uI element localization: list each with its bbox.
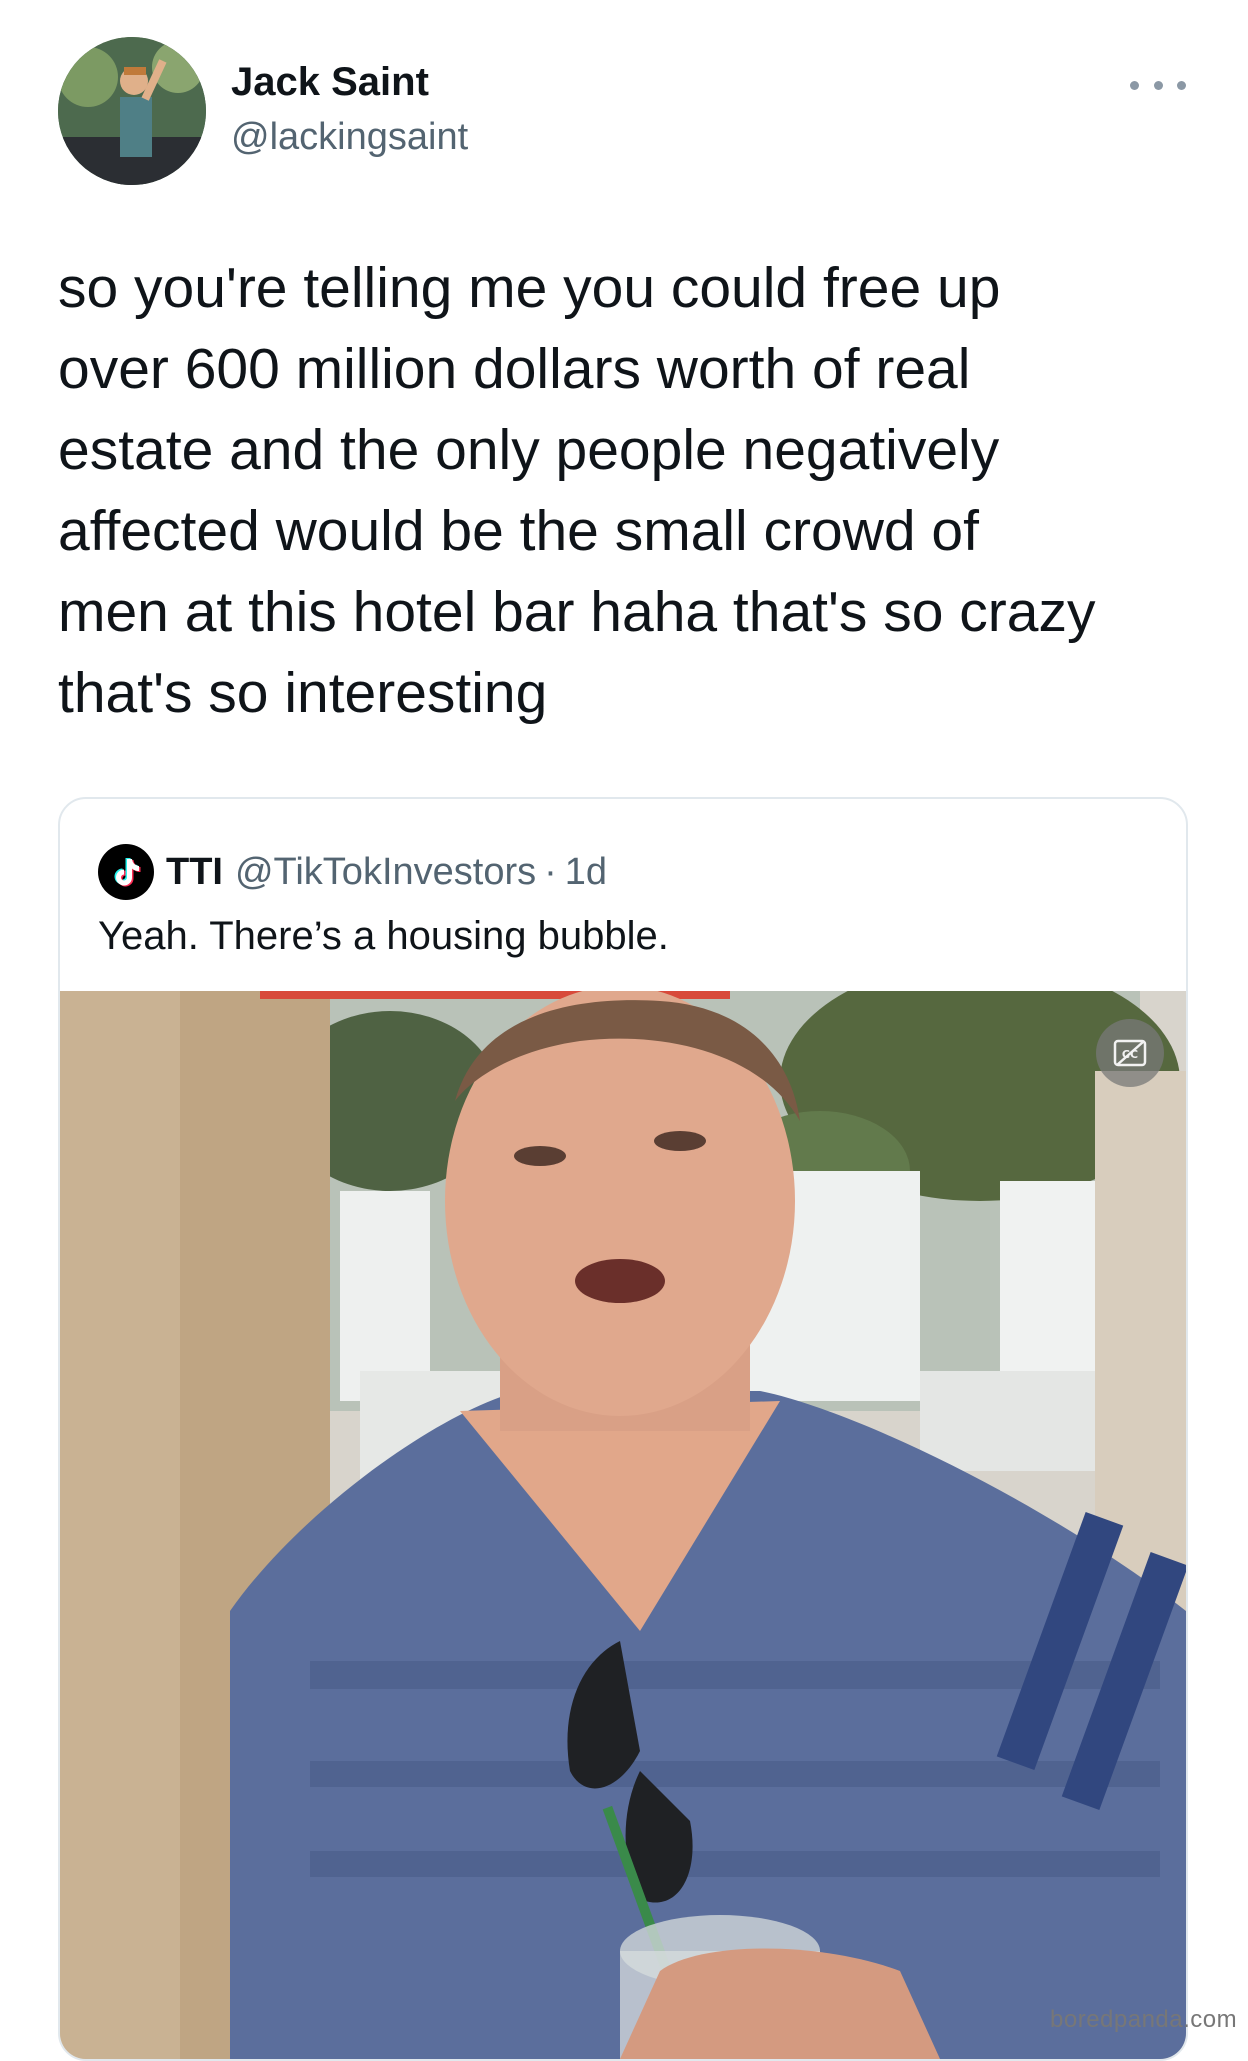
quoted-tweet-card[interactable]: TTI @TikTokInvestors · 1d Yeah. There’s … <box>58 797 1188 2061</box>
dot-icon <box>1153 80 1163 90</box>
dot-icon <box>1130 80 1139 90</box>
author-name[interactable]: Jack Saint <box>231 60 429 105</box>
quoted-tweet-media[interactable]: CC <box>60 991 1186 2059</box>
quoted-tweet-header: TTI @TikTokInvestors · 1d <box>98 844 607 900</box>
watermark: boredpanda.com <box>1050 2006 1238 2033</box>
separator-dot: · <box>544 850 557 893</box>
quoted-tweet-text: Yeah. There’s a housing bubble. <box>98 914 669 958</box>
quoted-author-handle[interactable]: @TikTokInvestors <box>235 851 536 894</box>
tweet-text: so you're telling me you could free up o… <box>58 256 1096 725</box>
closed-captions-icon: CC <box>1113 1039 1147 1067</box>
more-options-button[interactable] <box>1130 70 1186 100</box>
dot-icon <box>1177 80 1186 90</box>
closed-captions-button[interactable]: CC <box>1096 1019 1164 1087</box>
avatar[interactable] <box>58 37 206 185</box>
quoted-tweet-timestamp[interactable]: 1d <box>565 851 607 894</box>
tiktok-icon <box>98 844 154 900</box>
author-handle[interactable]: @lackingsaint <box>231 116 468 159</box>
quoted-author-name[interactable]: TTI <box>166 851 223 894</box>
